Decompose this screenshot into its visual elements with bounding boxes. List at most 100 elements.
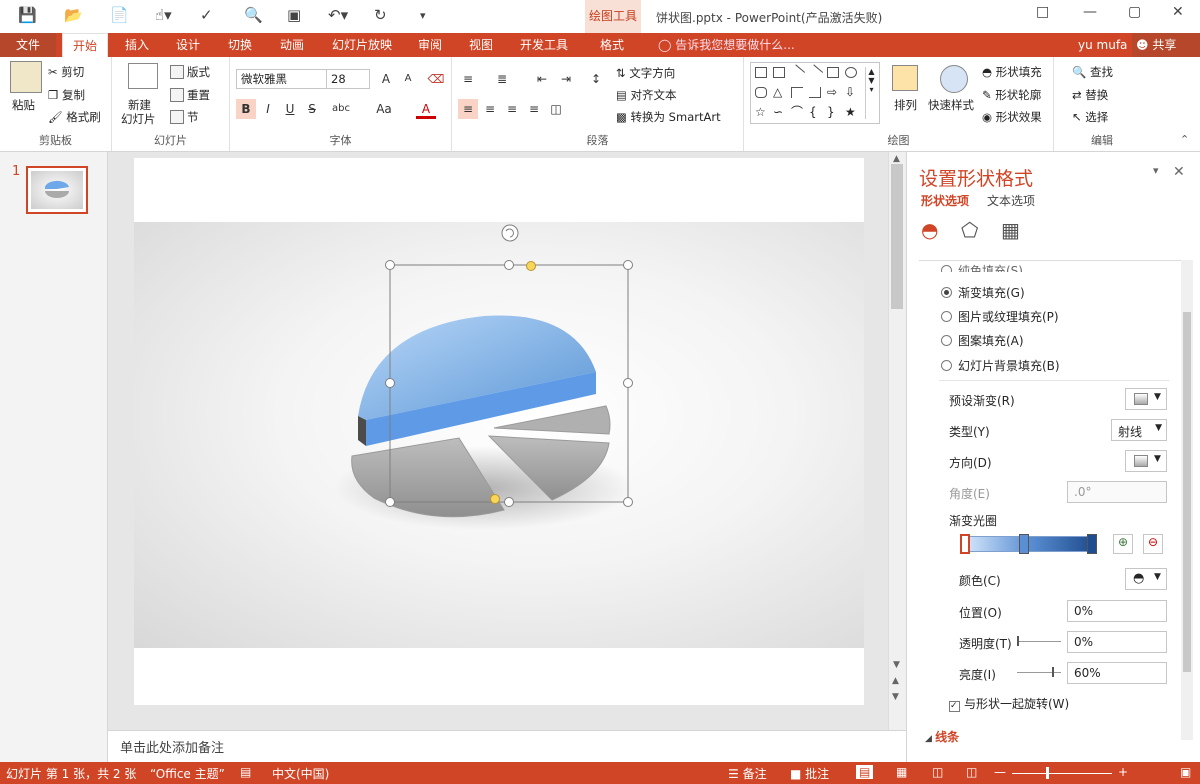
brightness-slider[interactable] bbox=[1017, 672, 1061, 673]
tab-insert[interactable]: 插入 bbox=[121, 33, 153, 57]
change-case-button[interactable]: Aa bbox=[370, 99, 398, 119]
clear-formatting-icon[interactable]: ⌫ bbox=[426, 69, 446, 89]
tab-file[interactable]: 文件 bbox=[0, 33, 56, 57]
grow-font-button[interactable]: A bbox=[376, 69, 396, 89]
zoom-out-icon[interactable]: — bbox=[994, 765, 1006, 779]
shape-outline-button[interactable]: ✎ 形状轮廓 bbox=[982, 87, 1041, 103]
zoom-in-icon[interactable]: + bbox=[1118, 765, 1128, 779]
shape-effects-button[interactable]: ◉ 形状效果 bbox=[982, 109, 1042, 125]
tell-me-box[interactable]: ◯ 告诉我您想要做什么... bbox=[654, 33, 799, 57]
justify-icon[interactable]: ≡ bbox=[524, 99, 544, 119]
prev-slide-icon[interactable]: ▲ bbox=[892, 676, 899, 686]
arrange-button[interactable]: 排列 bbox=[894, 97, 917, 113]
scroll-down-icon[interactable]: ▼ bbox=[893, 660, 900, 670]
tab-developer[interactable]: 开发工具 bbox=[516, 33, 572, 57]
layout-button[interactable]: 版式 bbox=[170, 64, 210, 80]
underline-button[interactable]: U bbox=[280, 99, 300, 119]
present-icon[interactable]: ▣ bbox=[287, 6, 301, 24]
normal-view-icon[interactable]: ▤ bbox=[856, 765, 874, 779]
zoom-slider-thumb[interactable] bbox=[1046, 767, 1049, 779]
star-burst-shape-icon[interactable]: ★ bbox=[845, 106, 857, 118]
find-button[interactable]: 🔍 查找 bbox=[1072, 64, 1113, 80]
tab-text-options[interactable]: 文本选项 bbox=[987, 192, 1035, 209]
language[interactable]: 中文(中国) bbox=[272, 765, 329, 782]
select-button[interactable]: ↖ 选择 bbox=[1072, 109, 1108, 125]
touch-mode-icon[interactable]: ☝▾ bbox=[155, 6, 172, 24]
strike-button[interactable]: S bbox=[302, 99, 322, 119]
text-direction-button[interactable]: ⇅ 文字方向 bbox=[616, 65, 675, 81]
undo-icon[interactable]: ↶▾ bbox=[328, 6, 348, 24]
right-arrow-shape-icon[interactable]: ⇨ bbox=[827, 86, 839, 98]
tab-transitions[interactable]: 切换 bbox=[224, 33, 256, 57]
tab-format[interactable]: 格式 bbox=[596, 33, 628, 57]
gradient-stop-1[interactable] bbox=[960, 534, 970, 554]
paste-icon[interactable] bbox=[10, 61, 42, 93]
print-preview-icon[interactable]: 🔍 bbox=[244, 6, 263, 24]
arrow-shape-icon[interactable] bbox=[806, 64, 824, 81]
elbow-connector-shape-icon[interactable] bbox=[791, 87, 803, 98]
new-slide-button-2[interactable]: 幻灯片 bbox=[121, 111, 156, 127]
brace-left-shape-icon[interactable]: { bbox=[809, 106, 821, 118]
brightness-spinner[interactable]: 60% bbox=[1067, 662, 1167, 684]
shape-fill-button[interactable]: ◓ 形状填充 bbox=[982, 64, 1042, 80]
arc-shape-icon[interactable]: ⌒ bbox=[791, 106, 803, 118]
minimize-icon[interactable]: — bbox=[1083, 4, 1097, 20]
copy-button[interactable]: ❐ 复制 bbox=[48, 87, 85, 103]
next-slide-icon[interactable]: ▼ bbox=[892, 692, 899, 702]
notes-toggle[interactable]: ☰ 备注 bbox=[728, 765, 767, 782]
save-icon[interactable]: 💾 bbox=[18, 6, 37, 24]
increase-indent-icon[interactable]: ⇥ bbox=[556, 69, 576, 89]
maximize-icon[interactable]: ▢ bbox=[1128, 4, 1141, 20]
adjust-handle-bottom[interactable] bbox=[490, 494, 500, 504]
transparency-slider[interactable] bbox=[1017, 641, 1061, 642]
tab-review[interactable]: 审阅 bbox=[414, 33, 446, 57]
pane-scroll-thumb[interactable] bbox=[1183, 312, 1191, 672]
color-dropdown[interactable]: ◓ ▼ bbox=[1125, 568, 1167, 590]
star-shape-icon[interactable]: ☆ bbox=[755, 106, 767, 118]
tab-design[interactable]: 设计 bbox=[172, 33, 204, 57]
close-pane-icon[interactable]: ✕ bbox=[1173, 164, 1185, 180]
slideshow-icon[interactable]: ◫ bbox=[966, 765, 977, 779]
type-dropdown[interactable]: 射线 ▼ bbox=[1111, 419, 1167, 441]
oval-shape-icon[interactable] bbox=[845, 67, 857, 78]
close-icon[interactable]: ✕ bbox=[1172, 4, 1184, 20]
remove-gradient-stop-icon[interactable]: ⊖ bbox=[1143, 534, 1163, 554]
columns-icon[interactable]: ◫ bbox=[546, 99, 566, 119]
slide-thumbnail[interactable] bbox=[26, 166, 88, 214]
decrease-indent-icon[interactable]: ⇤ bbox=[532, 69, 552, 89]
slide-sorter-icon[interactable]: ▦ bbox=[896, 765, 907, 779]
ribbon-display-options-icon[interactable]: □ bbox=[1036, 4, 1049, 20]
format-painter-button[interactable]: 🖌 格式刷 bbox=[48, 109, 101, 125]
shapes-gallery[interactable]: △ ⇨ ⇩ ☆ ∽ ⌒ { } ★ ▲ ▼ ▾ bbox=[750, 62, 880, 124]
line-shape-icon[interactable] bbox=[788, 64, 806, 81]
char-spacing-button[interactable]: abc bbox=[326, 99, 356, 119]
reset-button[interactable]: 重置 bbox=[170, 87, 210, 103]
gradient-stop-2[interactable] bbox=[1019, 534, 1029, 554]
font-size-select[interactable]: 28 bbox=[326, 69, 370, 89]
adjust-handle-top[interactable] bbox=[526, 261, 536, 271]
lines-section-header[interactable]: ◢ 线条 bbox=[925, 728, 959, 745]
brace-right-shape-icon[interactable]: } bbox=[827, 106, 839, 118]
fill-option-picture[interactable]: 图片或纹理填充(P) bbox=[941, 308, 1059, 325]
zoom-slider[interactable] bbox=[1012, 773, 1112, 774]
scroll-thumb[interactable] bbox=[891, 164, 903, 309]
spelling-icon[interactable]: ✓ bbox=[200, 6, 213, 24]
notes-pane[interactable]: 单击此处添加备注 bbox=[108, 730, 906, 762]
customize-qat-icon[interactable]: ▾ bbox=[420, 9, 426, 22]
spellcheck-icon[interactable]: ▤ bbox=[240, 765, 251, 779]
new-slide-icon[interactable] bbox=[128, 63, 158, 89]
triangle-shape-icon[interactable]: △ bbox=[773, 86, 785, 98]
line-spacing-icon[interactable]: ↕ bbox=[586, 69, 606, 89]
shrink-font-button[interactable]: A bbox=[398, 69, 418, 89]
pane-options-icon[interactable]: ▾ bbox=[1153, 164, 1159, 177]
effects-pentagon-icon[interactable]: ⬠ bbox=[961, 218, 989, 246]
comments-toggle[interactable]: ■ 批注 bbox=[790, 765, 829, 782]
canvas-vertical-scrollbar[interactable]: ▲ ▼ ▲ ▼ bbox=[888, 152, 906, 730]
slide[interactable] bbox=[134, 158, 864, 705]
quick-styles-icon[interactable] bbox=[940, 65, 968, 93]
fill-line-icon[interactable]: ◓ bbox=[921, 218, 949, 246]
fit-slide-icon[interactable]: ▣ bbox=[1180, 765, 1191, 779]
share-button[interactable]: ☻ 共享 bbox=[1132, 33, 1200, 57]
align-right-icon[interactable]: ≡ bbox=[502, 99, 522, 119]
pie-chart-graphic[interactable] bbox=[134, 158, 864, 705]
